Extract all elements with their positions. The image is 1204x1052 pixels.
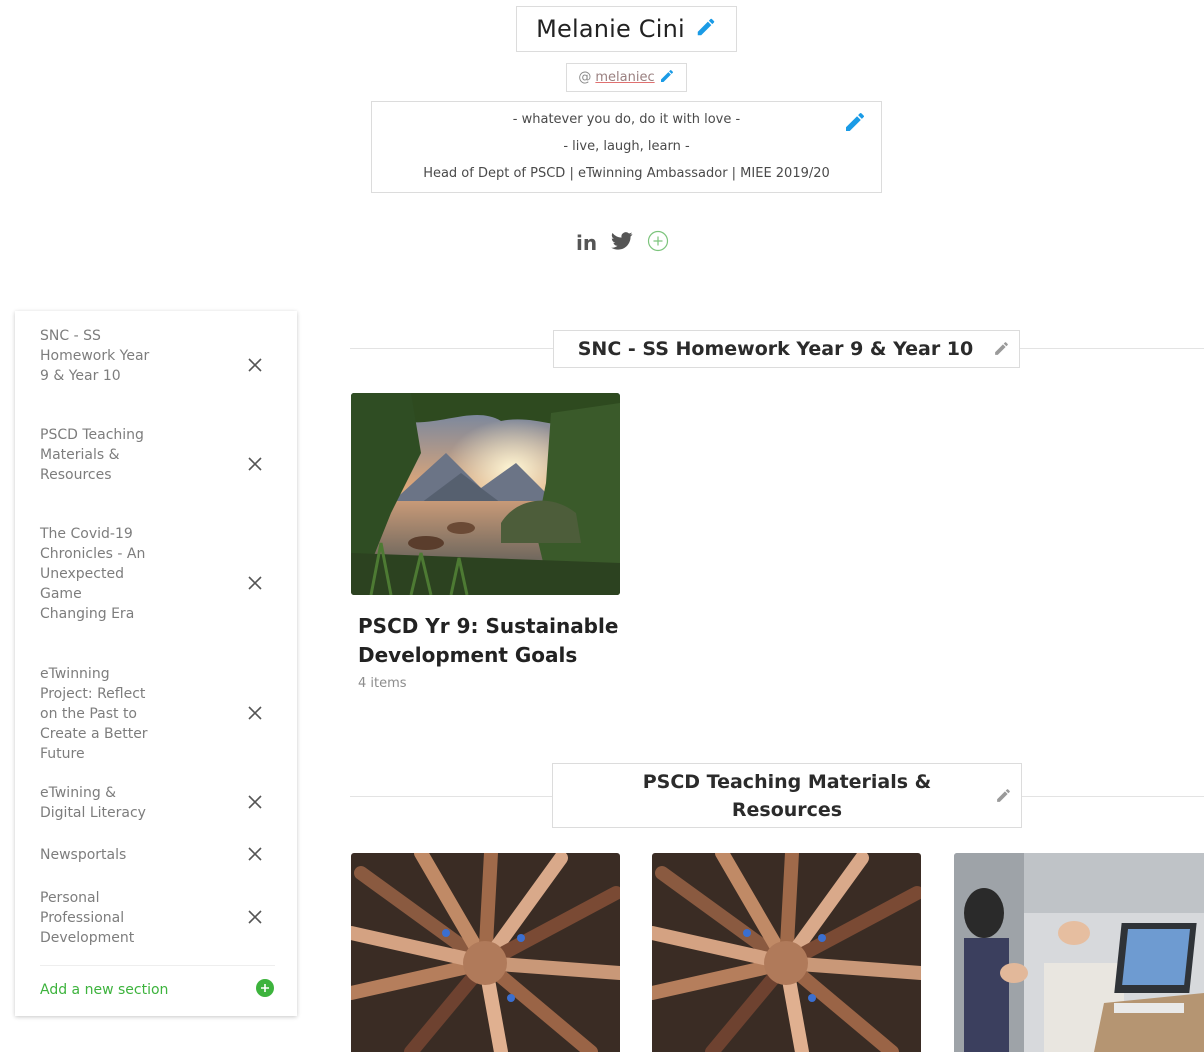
add-section-row[interactable]: Add a new section <box>40 965 275 1014</box>
sidebar-item-label: eTwinning Project: Reflect on the Past t… <box>40 666 148 762</box>
remove-section-close-icon[interactable] <box>247 705 263 725</box>
remove-section-close-icon[interactable] <box>247 794 263 814</box>
remove-section-close-icon[interactable] <box>247 909 263 929</box>
section-title-box: SNC - SS Homework Year 9 & Year 10 <box>553 330 1020 368</box>
card-thumbnail-image[interactable] <box>652 853 921 1052</box>
remove-section-close-icon[interactable] <box>247 357 263 377</box>
add-section-label[interactable]: Add a new section <box>40 982 168 998</box>
remove-section-close-icon[interactable] <box>247 575 263 595</box>
bio-line: - whatever you do, do it with love - <box>512 112 741 127</box>
sections-sidebar: SNC - SS Homework Year 9 & Year 10 PSCD … <box>15 311 297 1016</box>
social-links: in <box>576 230 669 256</box>
card-title[interactable]: PSCD Yr 9: Sustainable Development Goals <box>358 612 628 670</box>
card-item-count: 4 items <box>358 676 407 691</box>
sidebar-item[interactable]: Personal Professional Development <box>40 888 285 950</box>
edit-handle-pencil-icon[interactable] <box>659 68 675 88</box>
card-thumbnail-image[interactable] <box>351 853 620 1052</box>
sidebar-item-label: Newsportals <box>40 847 127 863</box>
sidebar-item-label: SNC - SS Homework Year 9 & Year 10 <box>40 328 150 384</box>
section-title: PSCD Teaching Materials & Resources <box>642 770 932 821</box>
linkedin-icon[interactable]: in <box>576 231 597 255</box>
remove-section-close-icon[interactable] <box>247 846 263 866</box>
sidebar-item[interactable]: Newsportals <box>40 845 285 867</box>
twitter-icon[interactable] <box>611 232 633 254</box>
remove-section-close-icon[interactable] <box>247 456 263 476</box>
profile-name: Melanie Cini <box>536 15 685 43</box>
edit-bio-pencil-icon[interactable] <box>843 110 867 138</box>
section-divider <box>350 796 553 797</box>
add-social-link-icon[interactable] <box>647 230 669 256</box>
section-divider <box>1020 348 1204 349</box>
handle-at-symbol: @ <box>578 70 592 85</box>
sidebar-item-label: The Covid-19 Chronicles - An Unexpected … <box>40 526 146 622</box>
section-divider <box>1022 796 1204 797</box>
edit-section-title-pencil-icon[interactable] <box>993 340 1010 361</box>
section-divider <box>350 348 554 349</box>
sidebar-item[interactable]: PSCD Teaching Materials & Resources <box>40 425 285 507</box>
section-title: SNC - SS Homework Year 9 & Year 10 <box>577 338 974 360</box>
sidebar-item[interactable]: SNC - SS Homework Year 9 & Year 10 <box>40 326 285 408</box>
sidebar-item[interactable]: eTwining & Digital Literacy <box>40 783 285 825</box>
sidebar-item[interactable]: The Covid-19 Chronicles - An Unexpected … <box>40 524 285 646</box>
profile-name-box: Melanie Cini <box>516 6 737 52</box>
section-title-box: PSCD Teaching Materials & Resources <box>552 763 1022 828</box>
sidebar-item-label: Personal Professional Development <box>40 890 135 946</box>
card-thumbnail-image[interactable] <box>351 393 620 595</box>
bio-line: Head of Dept of PSCD | eTwinning Ambassa… <box>423 166 830 181</box>
edit-name-pencil-icon[interactable] <box>695 16 717 42</box>
sidebar-item-label: PSCD Teaching Materials & Resources <box>40 427 144 483</box>
profile-bio-box: - whatever you do, do it with love - - l… <box>371 101 882 193</box>
bio-line: - live, laugh, learn - <box>563 139 690 154</box>
profile-handle[interactable]: melaniec <box>595 70 654 85</box>
card-thumbnail-image[interactable] <box>954 853 1204 1052</box>
edit-section-title-pencil-icon[interactable] <box>995 787 1012 808</box>
sidebar-item-label: eTwining & Digital Literacy <box>40 785 146 821</box>
add-section-plus-icon[interactable] <box>255 978 275 1002</box>
profile-handle-box: @ melaniec <box>566 63 687 92</box>
sidebar-item[interactable]: eTwinning Project: Reflect on the Past t… <box>40 664 285 766</box>
